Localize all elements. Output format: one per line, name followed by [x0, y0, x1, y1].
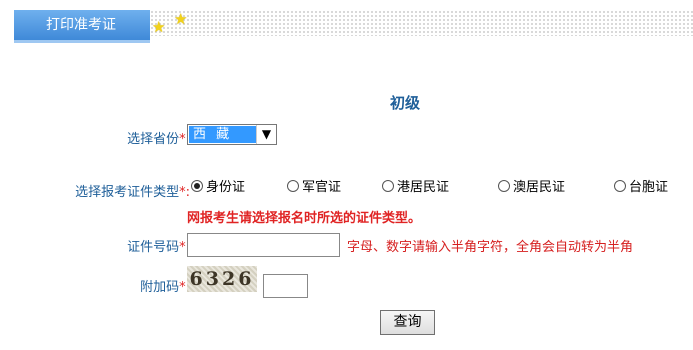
id-type-radio-group: 身份证 军官证 港居民证 澳居民证 台胞证 — [0, 176, 693, 196]
radio-button[interactable] — [498, 179, 510, 192]
province-selected-value: 西 藏 — [189, 126, 256, 143]
radio-label: 台胞证 — [629, 180, 669, 195]
radio-hk-resident-permit[interactable]: 港居民证 — [382, 176, 449, 195]
star-icon: ★ — [152, 18, 166, 36]
tab-print-admission-ticket[interactable]: 打印准考证 — [14, 10, 150, 40]
radio-macau-resident-permit[interactable]: 澳居民证 — [498, 176, 565, 195]
radio-button[interactable] — [614, 179, 626, 192]
radio-label: 军官证 — [302, 180, 342, 195]
radio-taiwan-permit[interactable]: 台胞证 — [614, 176, 668, 195]
tab-underline — [14, 40, 150, 43]
header-bar: 打印准考证 ★ ★ — [0, 0, 693, 44]
section-title: 初级 — [390, 94, 421, 112]
radio-button[interactable] — [191, 179, 203, 192]
radio-military-id[interactable]: 军官证 — [287, 176, 341, 195]
id-number-input[interactable] — [187, 233, 340, 257]
dotted-background — [150, 10, 693, 36]
captcha-label: 附加码*: — [140, 280, 190, 295]
radio-label: 澳居民证 — [513, 180, 566, 195]
captcha-image[interactable]: 6326 — [187, 266, 257, 292]
star-icon: ★ — [174, 10, 188, 28]
radio-label: 身份证 — [206, 180, 246, 195]
id-type-warning: 网报考生请选择报名时所选的证件类型。 — [187, 211, 422, 226]
radio-button[interactable] — [287, 179, 299, 192]
province-select[interactable]: 西 藏 ▼ — [187, 124, 277, 145]
id-number-hint: 字母、数字请输入半角字符，全角会自动转为半角 — [347, 240, 634, 255]
query-button[interactable]: 查询 — [380, 310, 435, 335]
captcha-input[interactable] — [263, 274, 308, 298]
chevron-down-icon[interactable]: ▼ — [256, 125, 276, 144]
radio-id-card[interactable]: 身份证 — [191, 176, 245, 195]
radio-label: 港居民证 — [397, 180, 450, 195]
id-number-label: 证件号码*: — [127, 240, 190, 255]
radio-button[interactable] — [382, 179, 394, 192]
province-label: 选择省份*: — [127, 132, 190, 147]
